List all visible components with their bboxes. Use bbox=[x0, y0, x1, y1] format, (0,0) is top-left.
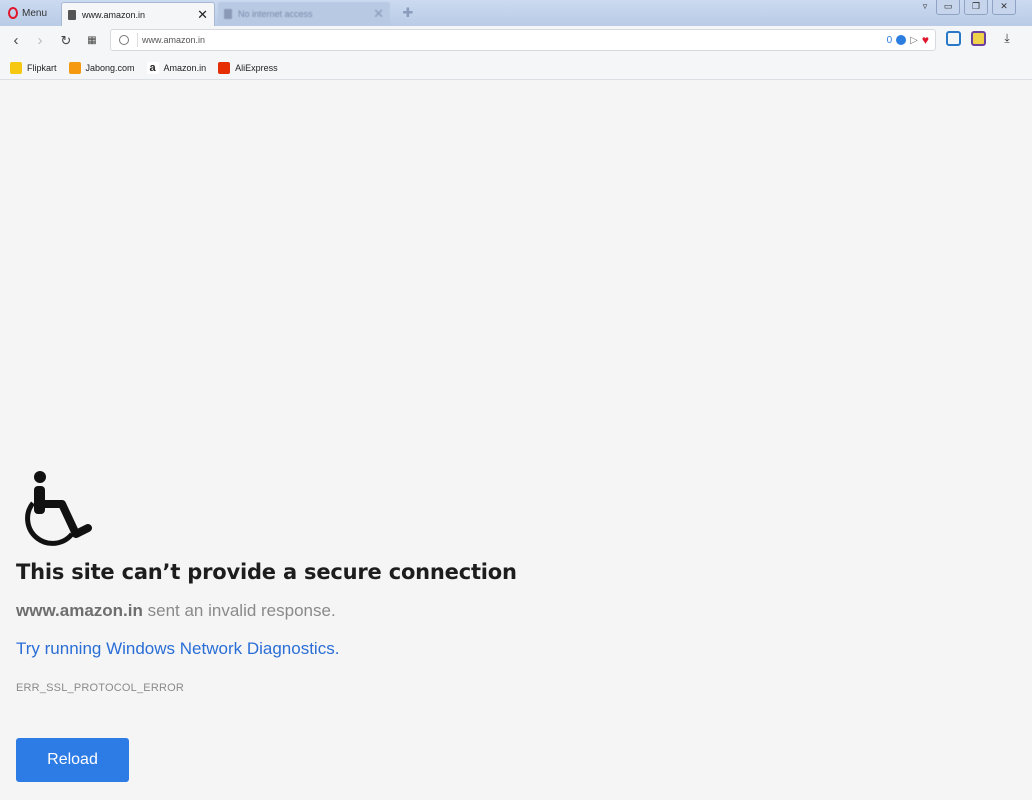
flipkart-icon bbox=[10, 61, 22, 74]
reload-icon[interactable]: ↻ bbox=[56, 31, 76, 51]
bookmark-amazon[interactable]: a Amazon.in bbox=[146, 61, 207, 74]
menu-label: Menu bbox=[22, 7, 48, 19]
error-title: This site can’t provide a secure connect… bbox=[16, 560, 517, 584]
window-controls: ▿ ▭ ❐ ✕ bbox=[918, 0, 1016, 16]
bookmark-aliexpress[interactable]: AliExpress bbox=[218, 61, 278, 74]
extensions-area: ⤓ bbox=[946, 31, 1018, 46]
bookmark-label: Amazon.in bbox=[163, 62, 207, 73]
jabong-icon bbox=[68, 61, 81, 74]
error-host: www.amazon.in bbox=[16, 601, 143, 620]
tab-title: No internet access bbox=[238, 9, 313, 19]
back-icon[interactable]: ‹ bbox=[6, 31, 26, 51]
error-message: www.amazon.in sent an invalid response. bbox=[16, 601, 336, 621]
tab-favicon-icon bbox=[224, 9, 232, 19]
close-tab-icon[interactable]: ✕ bbox=[197, 7, 208, 23]
tab-menu-icon[interactable]: ▿ bbox=[918, 0, 932, 14]
bookmark-heart-icon[interactable]: ♥ bbox=[922, 33, 929, 47]
aliexpress-icon bbox=[218, 61, 231, 74]
tab-no-internet[interactable]: No internet access ✕ bbox=[218, 2, 390, 26]
error-code: ERR_SSL_PROTOCOL_ERROR bbox=[16, 682, 185, 694]
navigation-toolbar: ‹ › ↻ ▦ www.amazon.in 0 ▷ ♥ ⤓ bbox=[0, 26, 1032, 57]
minimize-icon[interactable]: ▭ bbox=[936, 0, 960, 15]
page-favicon-icon bbox=[68, 9, 76, 20]
forward-icon[interactable]: › bbox=[30, 31, 50, 51]
bookmarks-bar: Flipkart Jabong.com a Amazon.in AliExpre… bbox=[0, 56, 1032, 80]
address-actions: 0 ▷ ♥ bbox=[887, 33, 935, 47]
close-window-icon[interactable]: ✕ bbox=[992, 0, 1016, 15]
close-tab-icon[interactable]: ✕ bbox=[373, 6, 384, 22]
error-message-text: sent an invalid response. bbox=[142, 601, 336, 620]
tab-amazon[interactable]: www.amazon.in ✕ bbox=[61, 2, 215, 26]
reload-button[interactable]: Reload bbox=[16, 738, 129, 782]
bookmark-label: AliExpress bbox=[235, 62, 278, 73]
opera-logo-icon bbox=[8, 7, 18, 19]
address-text[interactable]: www.amazon.in bbox=[142, 35, 887, 45]
adblock-shield-icon[interactable] bbox=[896, 35, 907, 45]
amazon-icon: a bbox=[146, 61, 159, 74]
speed-dial-icon[interactable]: ▦ bbox=[82, 31, 102, 51]
bookmark-flipkart[interactable]: Flipkart bbox=[10, 61, 57, 74]
extension-app-icon[interactable] bbox=[971, 31, 986, 46]
opera-menu-button[interactable]: Menu bbox=[2, 2, 58, 24]
send-icon[interactable]: ▷ bbox=[910, 35, 918, 46]
wheelchair-icon bbox=[14, 470, 94, 560]
adblock-count: 0 bbox=[886, 34, 893, 46]
bookmark-jabong[interactable]: Jabong.com bbox=[68, 61, 135, 74]
download-icon[interactable]: ⤓ bbox=[996, 31, 1018, 46]
new-tab-icon[interactable]: ✚ bbox=[400, 6, 416, 20]
site-info-icon[interactable] bbox=[119, 35, 129, 45]
address-separator bbox=[137, 33, 138, 47]
maximize-icon[interactable]: ❐ bbox=[964, 0, 988, 15]
title-bar: Menu www.amazon.in ✕ No internet access … bbox=[0, 0, 1032, 26]
network-diagnostics-link[interactable]: Try running Windows Network Diagnostics. bbox=[16, 639, 339, 659]
extension-sync-icon[interactable] bbox=[946, 31, 961, 46]
address-bar[interactable]: www.amazon.in 0 ▷ ♥ bbox=[110, 29, 936, 51]
tab-title: www.amazon.in bbox=[82, 9, 146, 20]
bookmark-label: Flipkart bbox=[27, 62, 57, 73]
bookmark-label: Jabong.com bbox=[85, 62, 135, 73]
